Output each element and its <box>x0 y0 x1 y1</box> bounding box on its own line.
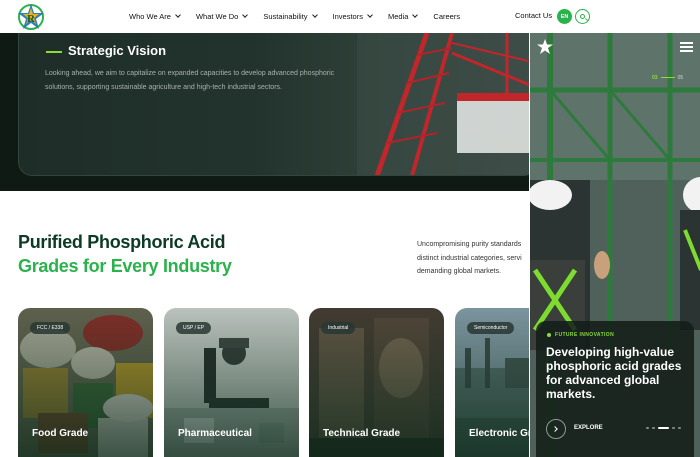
menu-icon[interactable] <box>680 42 693 52</box>
slide-dots <box>646 427 684 429</box>
grade-card-technical[interactable]: Industrial Technical Grade <box>309 308 444 457</box>
nav-label: Who We Are <box>129 12 171 21</box>
nav-label: Media <box>387 12 409 21</box>
panel-logo[interactable] <box>536 38 554 56</box>
slide-dot-active[interactable] <box>658 427 669 429</box>
nav-item-what-we-do[interactable]: What We Do <box>195 12 249 21</box>
menu-bar <box>680 46 693 48</box>
slide-dot[interactable] <box>672 427 675 429</box>
nav-item-media[interactable]: Media <box>387 12 419 21</box>
explore-label[interactable]: EXPLORE <box>574 425 603 431</box>
explore-button[interactable] <box>546 419 566 439</box>
slide-total: 05 <box>677 75 684 81</box>
nav-item-who-we-are[interactable]: Who We Are <box>129 12 181 21</box>
vision-title: Strategic Vision <box>68 43 167 58</box>
card-title: Electronic Gra <box>469 428 538 439</box>
vision-accent-line <box>46 51 62 53</box>
slide-dot[interactable] <box>678 427 681 429</box>
crane-image <box>357 33 537 175</box>
card-title: Technical Grade <box>323 428 401 439</box>
card-tag: FCC / E338 <box>30 322 71 334</box>
main-nav: Who We Are What We Do Sustainability Inv… <box>129 0 476 33</box>
site-header: R Who We Are What We Do Sustainability I… <box>0 0 700 33</box>
slide-dot[interactable] <box>652 427 655 429</box>
slide-info-card: FUTURE INNOVATION Developing high-value … <box>536 321 694 457</box>
slide-counter: 03 05 <box>652 75 683 81</box>
menu-bar <box>680 42 693 44</box>
chevron-down-icon <box>367 12 373 18</box>
nav-label: What We Do <box>195 12 239 21</box>
company-logo[interactable]: R <box>16 3 46 31</box>
nav-item-sustainability[interactable]: Sustainability <box>263 12 318 21</box>
language-toggle[interactable]: EN <box>557 9 572 24</box>
slide-title: Developing high-value phosphoric acid gr… <box>546 345 682 401</box>
card-title: Pharmaceutical <box>178 428 252 439</box>
menu-bar <box>680 50 693 52</box>
description-line: Uncompromising purity standards <box>417 241 522 248</box>
card-tag: Industrial <box>321 322 356 334</box>
nav-label: Sustainability <box>263 12 308 21</box>
description-line: distinct industrial categories, servi <box>417 254 522 262</box>
page: R Who We Are What We Do Sustainability I… <box>0 0 700 457</box>
chevron-down-icon <box>311 12 318 18</box>
search-icon-handle <box>584 17 588 21</box>
vision-card: Strategic Vision Looking ahead, we aim t… <box>18 33 538 176</box>
contact-us-link[interactable]: Contact Us <box>515 11 552 20</box>
vision-body: Looking ahead, we aim to capitalize on e… <box>45 70 335 91</box>
chevron-right-icon <box>552 426 558 432</box>
nav-label: Careers <box>433 12 461 21</box>
slide-dot[interactable] <box>646 427 649 429</box>
svg-text:R: R <box>27 13 36 25</box>
chevron-down-icon <box>412 12 419 18</box>
slide-current: 03 <box>652 75 658 81</box>
search-button[interactable] <box>575 9 590 24</box>
nav-label: Investors <box>332 12 363 21</box>
kicker-dot <box>547 333 551 337</box>
grade-card-pharmaceutical[interactable]: USP / EP Pharmaceutical <box>164 308 299 457</box>
counter-bar <box>660 77 675 79</box>
card-title: Food Grade <box>32 428 89 439</box>
nav-item-careers[interactable]: Careers <box>433 12 460 21</box>
card-tag: USP / EP <box>176 322 212 334</box>
grades-heading-line1: Purified Phosphoric Acid <box>18 232 226 252</box>
chevron-down-icon <box>242 12 249 18</box>
hero-slider-panel: 03 05 FUTURE INNOVATION Developing high-v… <box>529 30 700 457</box>
grades-heading-line2: Grades for Every Industry <box>18 256 232 276</box>
slide-kicker: FUTURE INNOVATION <box>555 332 615 338</box>
card-tag: Semiconductor <box>467 322 515 334</box>
description-line: demanding global markets. <box>417 268 502 275</box>
grade-card-food[interactable]: FCC / E338 Food Grade <box>18 308 153 457</box>
chevron-down-icon <box>175 12 181 18</box>
grades-description: Uncompromising purity standards distinct… <box>417 238 532 279</box>
nav-item-investors[interactable]: Investors <box>332 12 373 21</box>
search-icon <box>579 13 585 19</box>
